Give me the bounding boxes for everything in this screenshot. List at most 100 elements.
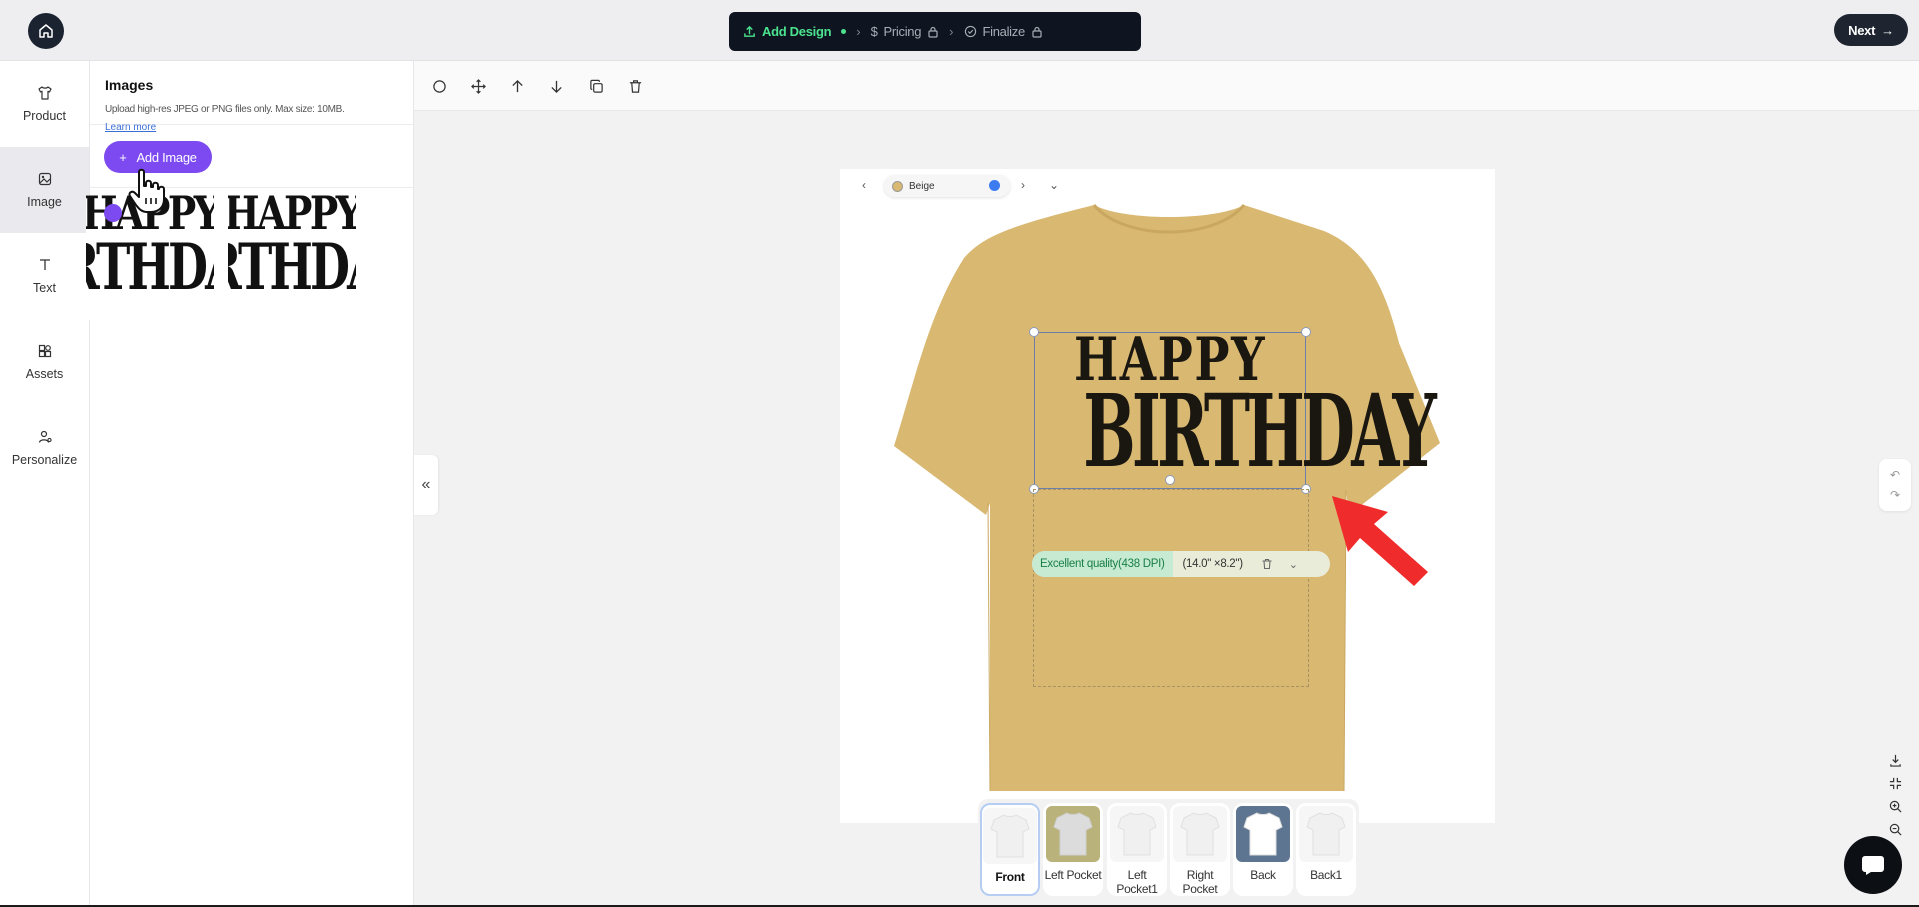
view-thumbnail bbox=[983, 808, 1037, 864]
copy-icon bbox=[589, 79, 603, 93]
thumbnail-text-line1: HAPPY bbox=[228, 195, 356, 240]
view-left-pocket[interactable]: Left Pocket bbox=[1043, 803, 1103, 896]
view-label: Left Pocket bbox=[1044, 868, 1102, 882]
step-finalize[interactable]: Finalize bbox=[964, 24, 1043, 39]
sidebar-item-label: Image bbox=[27, 195, 62, 209]
view-back1[interactable]: Back1 bbox=[1296, 803, 1356, 896]
upload-description: Upload high-res JPEG or PNG files only. … bbox=[105, 104, 345, 115]
shirt-icon bbox=[37, 86, 52, 100]
zoom-in-icon[interactable] bbox=[1889, 800, 1902, 813]
upload-icon bbox=[744, 25, 755, 37]
next-label: Next bbox=[1848, 22, 1876, 38]
view-label: Back bbox=[1250, 868, 1276, 882]
sidebar-item-text[interactable]: Text bbox=[0, 233, 89, 319]
quality-bar: Excellent quality(438 DPI) (14.0" ×8.2")… bbox=[1032, 551, 1330, 577]
arrow-down-icon bbox=[550, 80, 562, 93]
duplicate-button[interactable] bbox=[587, 77, 605, 95]
rotate-handle[interactable] bbox=[1165, 475, 1175, 485]
left-sidebar: Product Image Text Assets Personalize bbox=[0, 61, 90, 907]
step-label: Pricing bbox=[883, 24, 922, 39]
sidebar-item-label: Personalize bbox=[11, 453, 78, 467]
view-front[interactable]: Front bbox=[980, 803, 1040, 896]
chevron-down-icon[interactable]: ⌄ bbox=[1289, 558, 1298, 571]
move-tool-button[interactable] bbox=[469, 77, 487, 95]
red-arrow-annotation bbox=[1332, 496, 1428, 586]
view-label: Left Pocket1 bbox=[1116, 868, 1158, 896]
step-label: Add Design bbox=[762, 24, 832, 39]
chat-button[interactable] bbox=[1844, 836, 1902, 894]
shape-tool-button[interactable] bbox=[430, 77, 448, 95]
image-icon bbox=[38, 172, 51, 186]
circle-icon bbox=[432, 79, 446, 93]
text-icon bbox=[39, 259, 50, 270]
tshirt-icon bbox=[1306, 812, 1346, 856]
next-button[interactable]: Next → bbox=[1834, 14, 1908, 46]
learn-more-link[interactable]: Learn more bbox=[105, 122, 156, 133]
personalize-icon bbox=[38, 430, 52, 443]
trash-icon[interactable] bbox=[1261, 558, 1273, 570]
plus-icon: + bbox=[119, 149, 127, 165]
active-dot bbox=[841, 29, 847, 34]
selected-color-dot bbox=[989, 180, 1000, 191]
color-swatch bbox=[892, 180, 903, 192]
send-backward-button[interactable] bbox=[547, 77, 565, 95]
move-icon bbox=[470, 78, 486, 94]
chevron-right-icon: › bbox=[949, 24, 954, 39]
view-thumbnail bbox=[1173, 806, 1227, 862]
history-tools: ↶ ↷ bbox=[1879, 459, 1911, 511]
thumbnail-text-line2: RTHDA bbox=[228, 230, 356, 305]
zoom-tools bbox=[1879, 749, 1911, 841]
undo-icon[interactable]: ↶ bbox=[1890, 468, 1900, 482]
sidebar-item-assets[interactable]: Assets bbox=[0, 319, 89, 405]
dollar-icon: $ bbox=[870, 24, 878, 39]
chevron-right-icon: › bbox=[856, 24, 861, 39]
view-left-pocket1[interactable]: Left Pocket1 bbox=[1107, 803, 1167, 896]
dimensions-label: (14.0" ×8.2") bbox=[1182, 558, 1244, 570]
view-thumbnail bbox=[1236, 806, 1290, 862]
delete-button[interactable] bbox=[626, 77, 644, 95]
arrow-up-icon bbox=[511, 79, 523, 92]
sidebar-item-personalize[interactable]: Personalize bbox=[0, 405, 89, 491]
step-add-design[interactable]: Add Design bbox=[743, 24, 847, 39]
sidebar-item-image[interactable]: Image bbox=[0, 147, 89, 233]
resize-handle[interactable] bbox=[1029, 327, 1039, 337]
panel-title: Images bbox=[105, 77, 154, 93]
view-thumbnail bbox=[1299, 806, 1353, 862]
assets-icon bbox=[38, 344, 51, 358]
home-button[interactable] bbox=[28, 13, 64, 49]
editor-toolbar bbox=[414, 61, 1919, 111]
sidebar-item-product[interactable]: Product bbox=[0, 61, 89, 147]
double-chevron-left-icon: « bbox=[421, 476, 431, 493]
tshirt-icon bbox=[1243, 812, 1283, 856]
view-thumbnail bbox=[1046, 806, 1100, 862]
bring-forward-button[interactable] bbox=[508, 77, 526, 95]
download-icon[interactable] bbox=[1889, 754, 1902, 767]
hand-cursor-icon bbox=[128, 168, 165, 213]
tshirt-icon bbox=[1117, 812, 1157, 856]
view-back[interactable]: Back bbox=[1233, 803, 1293, 896]
redo-icon[interactable]: ↷ bbox=[1890, 488, 1900, 502]
view-right-pocket[interactable]: Right Pocket bbox=[1170, 803, 1230, 896]
view-label: Back1 bbox=[1310, 868, 1342, 882]
tshirt-icon bbox=[1053, 812, 1093, 856]
sidebar-item-label: Product bbox=[22, 109, 67, 123]
view-selector: Front Left Pocket Left Pocket1 Right Poc… bbox=[978, 799, 1359, 900]
prev-color-icon[interactable]: ‹ bbox=[862, 178, 866, 192]
step-label: Finalize bbox=[982, 24, 1026, 39]
design-text-birthday: BIRTHDAY bbox=[1083, 376, 1437, 486]
fit-screen-icon[interactable] bbox=[1889, 777, 1902, 790]
image-thumbnail[interactable]: HAPPY RTHDA bbox=[228, 195, 356, 320]
collapse-panel-button[interactable]: « bbox=[414, 455, 438, 515]
sidebar-item-label: Assets bbox=[25, 367, 64, 381]
arrow-right-icon: → bbox=[1881, 22, 1894, 38]
tshirt-icon bbox=[990, 814, 1030, 858]
step-pricing[interactable]: $ Pricing bbox=[871, 24, 940, 39]
next-color-icon[interactable]: › bbox=[1021, 178, 1025, 192]
zoom-out-icon[interactable] bbox=[1889, 823, 1902, 836]
trash-icon bbox=[629, 79, 641, 93]
lock-icon bbox=[1032, 26, 1042, 38]
thumbnail-text-line2: RTHDA bbox=[86, 230, 214, 305]
resize-handle[interactable] bbox=[1301, 327, 1311, 337]
chevron-down-icon[interactable]: ⌄ bbox=[1049, 178, 1059, 192]
home-icon bbox=[39, 24, 53, 38]
